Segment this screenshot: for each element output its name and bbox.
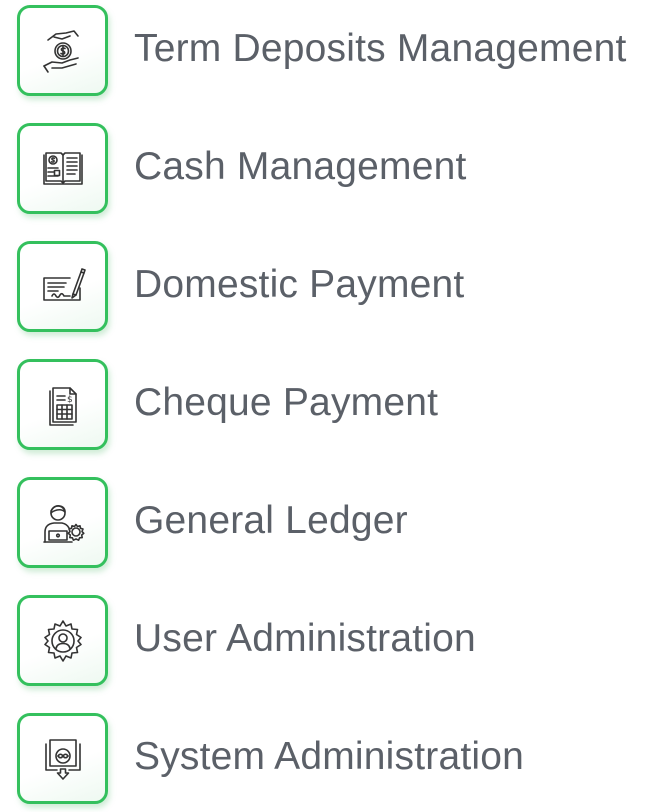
menu-item-label: Cheque Payment: [134, 381, 439, 424]
icon-tile: [17, 595, 108, 686]
menu-item-label: User Administration: [134, 617, 476, 660]
icon-tile: [17, 713, 108, 804]
menu-item-domestic-payment[interactable]: Domestic Payment: [0, 236, 660, 336]
cheque-pen-icon: [40, 264, 86, 310]
icon-tile: [17, 5, 108, 96]
svg-text:$: $: [67, 395, 73, 405]
menu-item-user-administration[interactable]: User Administration: [0, 590, 660, 690]
icon-tile: $: [17, 359, 108, 450]
invoice-document-icon: $: [40, 382, 86, 428]
menu-item-label: General Ledger: [134, 499, 408, 542]
menu-item-label: Term Deposits Management: [134, 27, 627, 70]
icon-tile: [17, 241, 108, 332]
menu-item-label: System Administration: [134, 735, 525, 778]
cash-ledger-book-icon: [40, 146, 86, 192]
user-gear-icon: [40, 618, 86, 664]
system-download-icon: [40, 736, 86, 782]
menu-item-general-ledger[interactable]: General Ledger: [0, 472, 660, 572]
icon-tile: [17, 477, 108, 568]
icon-tile: [17, 123, 108, 214]
money-hand-icon: [40, 28, 86, 74]
menu-item-system-administration[interactable]: System Administration: [0, 708, 660, 808]
menu-item-label: Domestic Payment: [134, 263, 465, 306]
menu-item-term-deposits-management[interactable]: Term Deposits Management: [0, 0, 660, 100]
user-laptop-gear-icon: [40, 500, 86, 546]
menu-item-label: Cash Management: [134, 145, 467, 188]
feature-menu: Term Deposits Management Cash Management…: [0, 0, 660, 812]
menu-item-cheque-payment[interactable]: $ Cheque Payment: [0, 354, 660, 454]
menu-item-cash-management[interactable]: Cash Management: [0, 118, 660, 218]
